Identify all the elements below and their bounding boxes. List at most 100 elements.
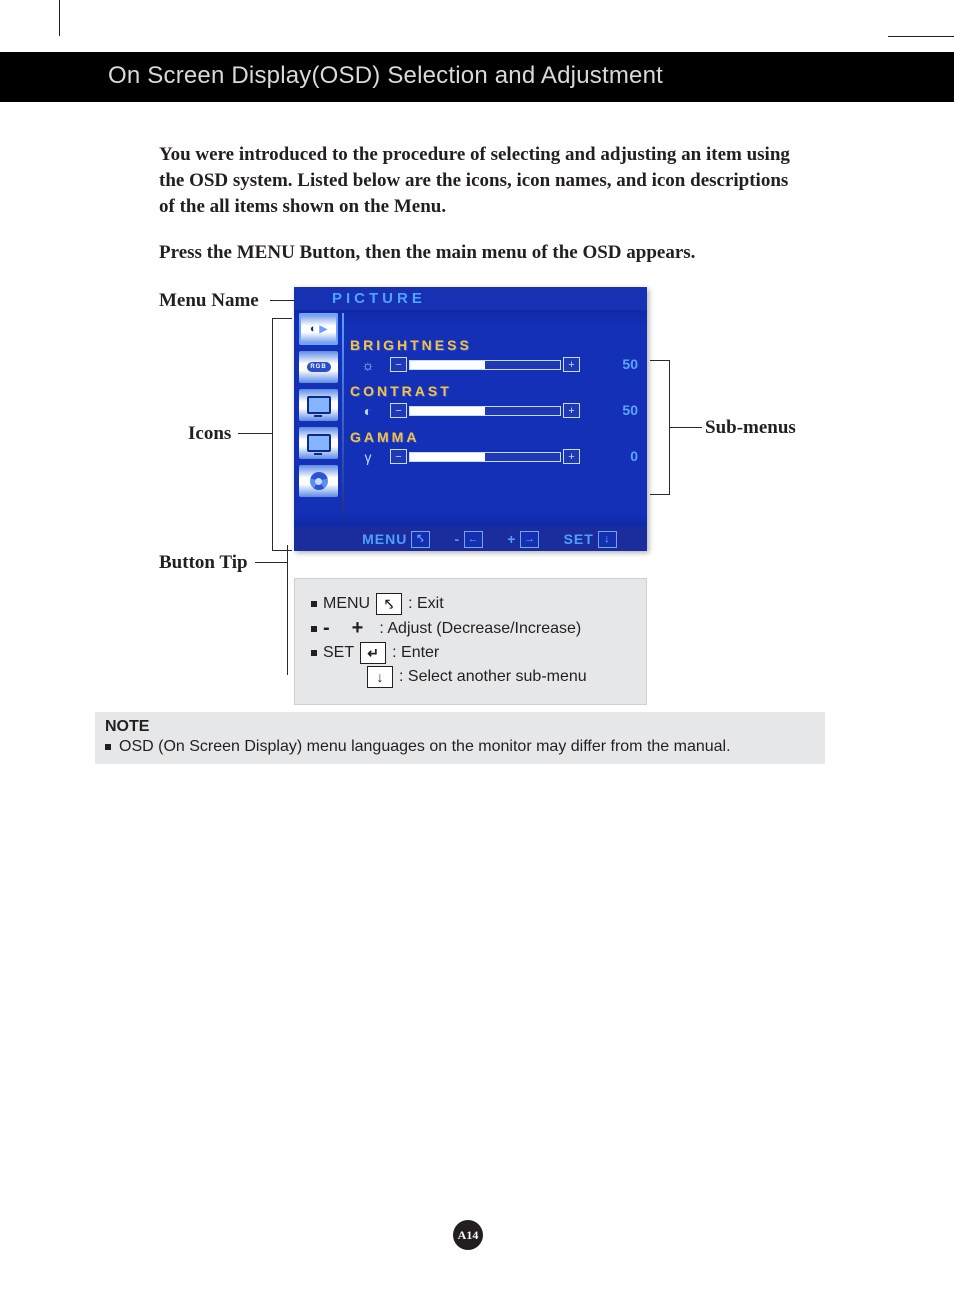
connector-line	[650, 494, 670, 495]
bar-minus[interactable]: - ←	[454, 531, 483, 548]
left-key-icon: ←	[464, 531, 483, 548]
connector-line	[650, 360, 670, 361]
down-key-icon: ↓	[598, 531, 617, 548]
gamma-slider[interactable]: − +	[390, 449, 580, 464]
rgb-icon: RGB	[307, 362, 331, 372]
tip-adjust-text: : Adjust (Decrease/Increase)	[379, 620, 581, 638]
submenu-row-contrast: CONTRAST ◐ − + 50	[350, 383, 638, 423]
monitor-icon	[307, 434, 331, 452]
exit-key-icon: ⤣	[411, 531, 430, 548]
submenu-label: BRIGHTNESS	[350, 337, 638, 353]
note-text-line: OSD (On Screen Display) menu languages o…	[105, 738, 815, 756]
bullet-icon	[311, 650, 317, 656]
page-number-badge: A14	[453, 1220, 483, 1250]
minus-icon: -	[323, 617, 330, 640]
crop-mark-horizontal	[888, 36, 954, 37]
bullet-icon	[311, 626, 317, 632]
note-box: NOTE OSD (On Screen Display) menu langua…	[95, 712, 825, 764]
label-icons: Icons	[188, 423, 231, 445]
exit-key-icon: ⤣	[376, 593, 402, 615]
osd-button-bar: MENU ⤣ - ← + → SET ↓	[294, 527, 647, 551]
osd-divider	[342, 313, 344, 525]
submenu-row-gamma: GAMMA γ − + 0	[350, 429, 638, 469]
connector-line	[669, 427, 702, 428]
connector-line	[272, 318, 292, 319]
osd-icon-setup[interactable]	[299, 465, 338, 497]
slider-fill	[410, 453, 485, 461]
bar-menu[interactable]: MENU ⤣	[362, 531, 430, 548]
label-menu-name: Menu Name	[159, 290, 259, 312]
picture-icon: ◐	[310, 323, 317, 335]
slider-track[interactable]	[409, 360, 561, 370]
crop-mark-vertical	[59, 0, 60, 36]
tip-menu: MENU ⤣ : Exit	[311, 593, 630, 615]
monitor-icon	[307, 396, 331, 414]
connector-line	[270, 300, 294, 301]
bar-minus-label: -	[454, 531, 460, 547]
brightness-value: 50	[608, 356, 638, 372]
osd-menu-name: PICTURE	[332, 290, 426, 307]
contrast-slider[interactable]: − +	[390, 403, 580, 418]
osd-icon-color[interactable]: RGB	[299, 351, 338, 383]
tip-down-text: : Select another sub-menu	[399, 668, 587, 686]
bar-plus-label: +	[507, 531, 516, 547]
tip-adjust: - + : Adjust (Decrease/Increase)	[311, 617, 630, 640]
contrast-value: 50	[608, 402, 638, 418]
enter-key-icon: ↵	[360, 642, 386, 664]
tip-down: ↓ : Select another sub-menu	[311, 666, 630, 688]
plus-button[interactable]: +	[563, 449, 580, 464]
osd-icon-picture[interactable]: ◐ ▶	[299, 313, 338, 345]
tip-menu-text: : Exit	[408, 595, 444, 613]
submenu-label: CONTRAST	[350, 383, 638, 399]
note-text: OSD (On Screen Display) menu languages o…	[119, 738, 731, 756]
slider-fill	[410, 361, 485, 369]
brightness-slider[interactable]: − +	[390, 357, 580, 372]
bar-set[interactable]: SET ↓	[564, 531, 617, 548]
plus-button[interactable]: +	[563, 357, 580, 372]
bar-menu-label: MENU	[362, 531, 407, 547]
brightness-icon: ☼	[354, 357, 382, 373]
connector-line	[272, 318, 273, 550]
connector-line	[255, 562, 287, 563]
submenu-row-brightness: BRIGHTNESS ☼ − + 50	[350, 337, 638, 377]
page: On Screen Display(OSD) Selection and Adj…	[0, 0, 954, 1305]
minus-button[interactable]: −	[390, 403, 407, 418]
osd-submenu-area: BRIGHTNESS ☼ − + 50 CONTRAST ◐ −	[350, 337, 638, 475]
label-submenus: Sub-menus	[705, 417, 796, 439]
osd-panel: PICTURE ◐ ▶ RGB BRIGHTNESS	[294, 287, 647, 551]
plus-icon: +	[352, 617, 364, 640]
intro-paragraph-2: Press the MENU Button, then the main men…	[159, 240, 799, 266]
submenu-label: GAMMA	[350, 429, 638, 445]
gamma-icon: γ	[354, 449, 382, 465]
slider-track[interactable]	[409, 406, 561, 416]
connector-line	[669, 360, 670, 494]
selector-arrow-icon: ▶	[319, 324, 327, 335]
tip-menu-label: MENU	[323, 595, 370, 613]
plus-button[interactable]: +	[563, 403, 580, 418]
osd-icon-column: ◐ ▶ RGB	[299, 313, 338, 503]
contrast-icon: ◐	[354, 403, 382, 419]
gear-icon	[310, 472, 328, 490]
connector-line	[238, 433, 272, 434]
label-button-tip: Button Tip	[159, 552, 248, 574]
osd-icon-position[interactable]	[299, 389, 338, 421]
osd-icon-tracking[interactable]	[299, 427, 338, 459]
connector-line	[272, 550, 292, 551]
down-key-icon: ↓	[367, 666, 393, 688]
intro-paragraph-1: You were introduced to the procedure of …	[159, 142, 799, 220]
minus-button[interactable]: −	[390, 449, 407, 464]
gamma-value: 0	[608, 448, 638, 464]
bullet-icon	[311, 601, 317, 607]
slider-track[interactable]	[409, 452, 561, 462]
page-title: On Screen Display(OSD) Selection and Adj…	[108, 62, 663, 90]
bullet-icon	[105, 744, 111, 750]
slider-fill	[410, 407, 485, 415]
minus-button[interactable]: −	[390, 357, 407, 372]
tip-set: SET ↵ : Enter	[311, 642, 630, 664]
bar-set-label: SET	[564, 531, 594, 547]
note-title: NOTE	[105, 718, 815, 736]
bar-plus[interactable]: + →	[507, 531, 539, 548]
tip-set-label: SET	[323, 644, 354, 662]
connector-line	[287, 545, 288, 675]
right-key-icon: →	[520, 531, 539, 548]
